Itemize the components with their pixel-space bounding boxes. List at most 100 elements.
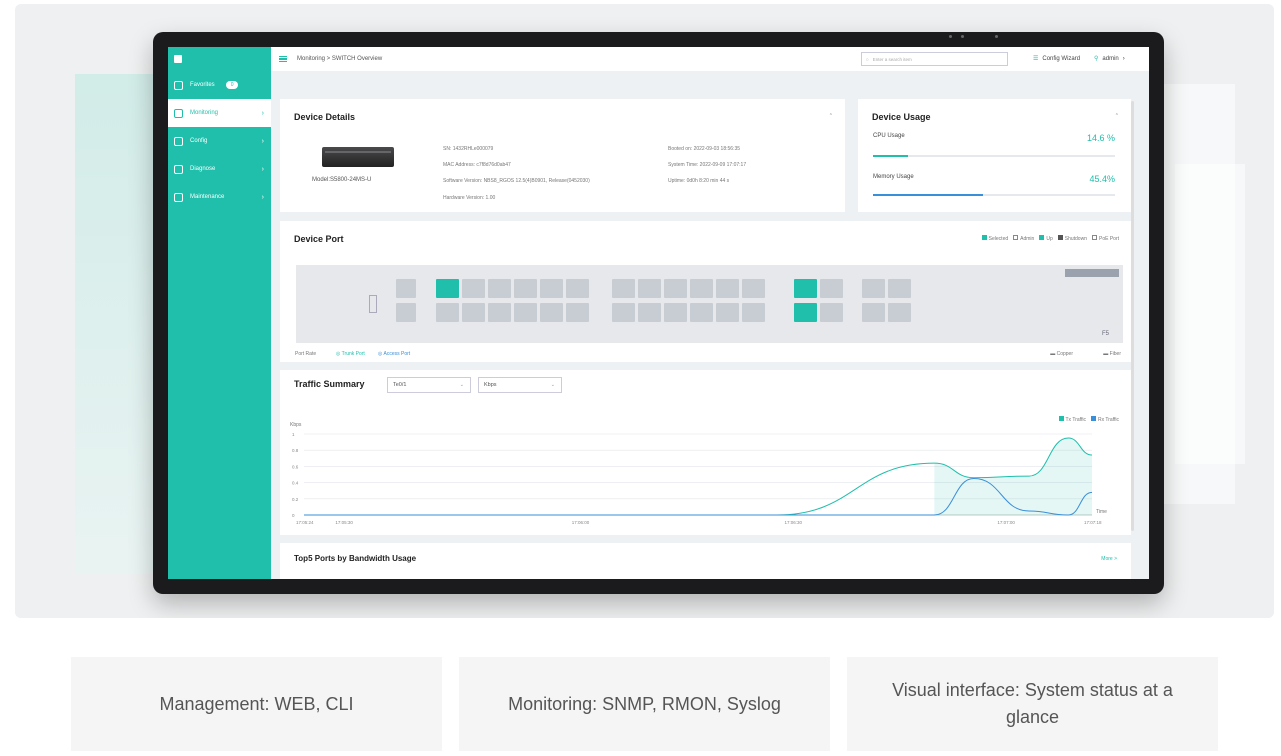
collapse-icon[interactable]: ⌃ [1115, 113, 1119, 119]
hero-stage: Favorites 0 Monitoring › Config › Diagno… [15, 4, 1274, 618]
switch-port[interactable] [888, 279, 911, 298]
card-title: Device Details [294, 112, 356, 122]
x-tick-label: 17:05:30 [335, 520, 353, 525]
sidebar-item-label: Config [190, 138, 208, 144]
chevron-right-icon: › [261, 109, 264, 117]
diagnose-icon [174, 164, 183, 174]
switch-port[interactable] [566, 303, 589, 322]
switch-port[interactable] [690, 279, 713, 298]
chevron-right-icon: › [261, 193, 264, 201]
console-port[interactable] [396, 279, 416, 298]
switch-port[interactable] [716, 279, 739, 298]
home-icon[interactable] [174, 55, 182, 63]
y-tick-label: 1 [292, 432, 295, 437]
y-tick-label: 0.8 [292, 448, 299, 453]
device-port-card: Device Port Selected Admin Up Shutdown P… [280, 221, 1131, 362]
port-rate-label: Port Rate [295, 351, 317, 357]
switch-port[interactable] [540, 303, 563, 322]
card-title: Device Usage [872, 112, 931, 122]
device-mac: MAC Address: c7f8d76d0ab47 [443, 162, 511, 168]
feature-text: Visual interface: System status at a gla… [892, 680, 1173, 727]
feature-text: Monitoring: SNMP, RMON, Syslog [508, 693, 781, 714]
user-icon: ⚲ [1094, 56, 1099, 62]
chevron-right-icon: › [261, 137, 264, 145]
config-wizard-button[interactable]: ☰ Config Wizard [1033, 55, 1081, 63]
switch-port[interactable] [742, 279, 765, 298]
username: admin [1102, 55, 1119, 62]
model-tag [1065, 269, 1119, 277]
switch-port[interactable] [436, 303, 459, 322]
switch-port[interactable] [540, 279, 563, 298]
memory-usage-fill [873, 194, 983, 196]
switch-port[interactable] [638, 303, 661, 322]
switch-port[interactable] [462, 279, 485, 298]
top5-card: Top5 Ports by Bandwidth Usage More > [280, 543, 1131, 579]
sidebar-item-favorites[interactable]: Favorites 0 [168, 71, 271, 99]
feature-box-visual-interface: Visual interface: System status at a gla… [847, 657, 1218, 751]
switch-port[interactable] [514, 303, 537, 322]
switch-port[interactable] [664, 303, 687, 322]
x-tick-label: 17:07:00 [997, 520, 1015, 525]
console-port[interactable] [396, 303, 416, 322]
traffic-summary-card: Traffic Summary Te0/1 ⌄ Kbps ⌄ Tx Traffic … [280, 370, 1131, 535]
feature-box-management: Management: WEB, CLI [71, 657, 442, 751]
cpu-usage-value: 14.6 % [1086, 133, 1115, 143]
switch-port[interactable] [514, 279, 537, 298]
user-menu[interactable]: ⚲ admin › [1094, 55, 1125, 63]
sidebar: Favorites 0 Monitoring › Config › Diagno… [168, 47, 271, 579]
menu-icon[interactable] [279, 54, 287, 63]
monitor-icon [174, 108, 183, 118]
legend-poe: PoE Port [1091, 235, 1119, 242]
feature-text: Management: WEB, CLI [159, 693, 354, 714]
app-screen: Favorites 0 Monitoring › Config › Diagno… [168, 47, 1149, 579]
switch-port[interactable] [888, 303, 911, 322]
switch-port[interactable] [612, 279, 635, 298]
switch-port[interactable] [794, 303, 817, 322]
switch-port[interactable] [436, 279, 459, 298]
favorites-count-badge: 0 [225, 81, 239, 89]
sidebar-item-monitoring[interactable]: Monitoring › [168, 99, 271, 127]
switch-port[interactable] [612, 303, 635, 322]
legend-up: Up [1039, 235, 1053, 242]
search-input[interactable]: ○ Enter a search item [861, 52, 1008, 66]
device-uptime: Uptime: 0d0h 8:20 min 44 s [668, 178, 730, 184]
camera-dot [961, 35, 964, 38]
search-placeholder: Enter a search item [872, 56, 912, 62]
switch-port[interactable] [462, 303, 485, 322]
collapse-icon[interactable]: ⌃ [829, 113, 833, 119]
feature-box-monitoring: Monitoring: SNMP, RMON, Syslog [459, 657, 830, 751]
y-tick-label: 0.6 [292, 464, 299, 469]
cpu-usage-fill [873, 155, 909, 157]
cpu-usage-label: CPU Usage [873, 133, 905, 139]
x-tick-label: 17:06:00 [572, 520, 590, 525]
switch-port[interactable] [638, 279, 661, 298]
scrollbar[interactable] [1131, 101, 1134, 531]
switch-port[interactable] [488, 279, 511, 298]
switch-port[interactable] [690, 303, 713, 322]
switch-port[interactable] [742, 303, 765, 322]
fiber-legend: ▬ Fiber [1103, 351, 1121, 357]
switch-front-panel: F5 [296, 265, 1123, 343]
sidebar-item-maintenance[interactable]: Maintenance › [168, 183, 271, 211]
device-model: Model:S5800-24MS-U [312, 177, 372, 183]
x-tick-label: 17:06:30 [785, 520, 803, 525]
legend-selected: Selected [981, 235, 1008, 242]
more-link[interactable]: More > [1101, 556, 1117, 562]
switch-port[interactable] [862, 279, 885, 298]
switch-port[interactable] [716, 303, 739, 322]
switch-port[interactable] [862, 303, 885, 322]
x-axis-label: Time [1096, 509, 1107, 515]
port-legend: Selected Admin Up Shutdown PoE Port [981, 235, 1119, 242]
switch-port[interactable] [488, 303, 511, 322]
sidebar-item-label: Diagnose [190, 166, 216, 172]
sidebar-item-diagnose[interactable]: Diagnose › [168, 155, 271, 183]
wizard-icon: ☰ [1033, 56, 1039, 62]
sidebar-item-config[interactable]: Config › [168, 127, 271, 155]
switch-port[interactable] [664, 279, 687, 298]
config-wizard-label: Config Wizard [1042, 55, 1081, 62]
card-title: Top5 Ports by Bandwidth Usage [294, 554, 417, 563]
switch-port[interactable] [794, 279, 817, 298]
switch-port[interactable] [820, 303, 843, 322]
switch-port[interactable] [820, 279, 843, 298]
switch-port[interactable] [566, 279, 589, 298]
